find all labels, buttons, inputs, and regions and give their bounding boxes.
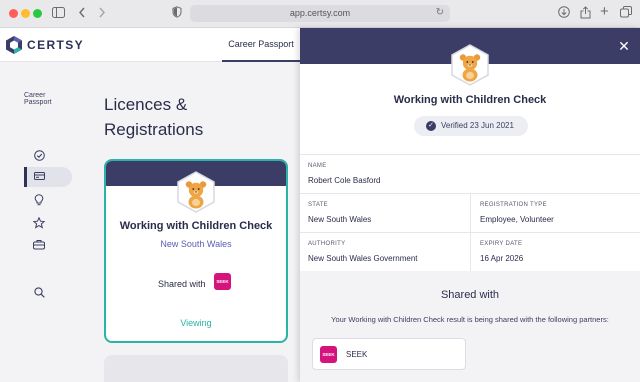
tabs-overview-icon[interactable] (620, 6, 632, 22)
verified-text: Verified 23 Jun 2021 (441, 121, 514, 130)
sidebar-item-skills[interactable] (24, 190, 72, 210)
state-value: New South Wales (308, 215, 372, 224)
id-card-icon (33, 171, 45, 183)
verified-badge: ✓ Verified 23 Jun 2021 (414, 116, 528, 136)
sidebar-item-search[interactable] (24, 283, 72, 303)
licence-card[interactable]: Working with Children Check New South Wa… (104, 159, 288, 343)
sidebar-item-work[interactable] (24, 235, 72, 255)
partner-name: SEEK (346, 350, 368, 359)
bear-badge-icon (177, 171, 215, 213)
verified-check-icon: ✓ (426, 121, 436, 131)
back-icon[interactable] (78, 6, 86, 22)
sidebar-item-achievements[interactable] (24, 213, 72, 233)
sidebar-item-licences[interactable] (24, 167, 72, 187)
sidebar: Career Passport i (0, 62, 85, 382)
shared-with-description: Your Working with Children Check result … (331, 315, 609, 324)
state-label: STATE (308, 202, 328, 208)
browser-toolbar: app.certsy.com ↻ + (0, 0, 640, 28)
licence-card-placeholder[interactable] (104, 355, 288, 382)
main-content: Licences & Registrations Working with Ch… (72, 62, 300, 382)
shared-with-section: Shared with Your Working with Children C… (300, 271, 640, 382)
close-icon[interactable]: ✕ (616, 38, 632, 54)
close-window-button[interactable] (9, 9, 18, 18)
minimize-window-button[interactable] (21, 9, 30, 18)
seek-logo-icon: SEEK (214, 273, 231, 290)
bear-badge-icon (451, 44, 489, 86)
download-icon[interactable] (558, 6, 570, 22)
partner-item-seek[interactable]: SEEK SEEK (312, 338, 466, 370)
authority-value: New South Wales Government (308, 254, 418, 263)
share-icon[interactable] (580, 6, 591, 23)
check-circle-icon (33, 150, 45, 162)
detail-panel: ✕ Working with Children Check ✓ Verified… (300, 28, 640, 382)
card-state: New South Wales (160, 239, 232, 249)
name-label: NAME (308, 163, 327, 169)
authority-label: AUTHORITY (308, 241, 346, 247)
seek-logo-icon: SEEK (320, 346, 337, 363)
forward-icon[interactable] (98, 6, 106, 22)
registration-type-label: REGISTRATION TYPE (480, 202, 547, 208)
certsy-logo-icon (6, 36, 22, 54)
tab-career-passport[interactable]: Career Passport (222, 28, 300, 62)
address-bar[interactable]: app.certsy.com ↻ (190, 5, 450, 22)
brand-name: CERTSY (27, 38, 85, 52)
url-text: app.certsy.com (289, 8, 351, 18)
page-title: Licences & Registrations (104, 95, 204, 139)
divider (300, 232, 640, 233)
sidebar-title: Career Passport (24, 92, 52, 106)
card-shared-label: Shared with (158, 279, 206, 289)
sidebar-item-verified[interactable] (24, 146, 72, 166)
lightbulb-icon (33, 194, 45, 206)
sidebar-toggle-icon[interactable] (52, 6, 65, 22)
expiry-date-label: EXPIRY DATE (480, 241, 523, 247)
expiry-date-value: 16 Apr 2026 (480, 254, 524, 263)
card-status-viewing[interactable]: Viewing (106, 318, 286, 328)
search-icon (33, 287, 45, 299)
reload-icon[interactable]: ↻ (436, 7, 444, 18)
panel-title: Working with Children Check (393, 94, 547, 106)
star-icon (32, 216, 46, 229)
briefcase-icon (33, 239, 45, 251)
new-tab-icon[interactable]: + (600, 4, 609, 20)
card-title: Working with Children Check (119, 220, 273, 232)
zoom-window-button[interactable] (33, 9, 42, 18)
divider (300, 154, 640, 155)
shield-icon (172, 6, 182, 22)
name-value: Robert Cole Basford (308, 176, 381, 185)
shared-with-title: Shared with (440, 289, 500, 301)
app-header: CERTSY Career Passport (0, 28, 300, 62)
registration-type-value: Employee, Volunteer (480, 215, 554, 224)
